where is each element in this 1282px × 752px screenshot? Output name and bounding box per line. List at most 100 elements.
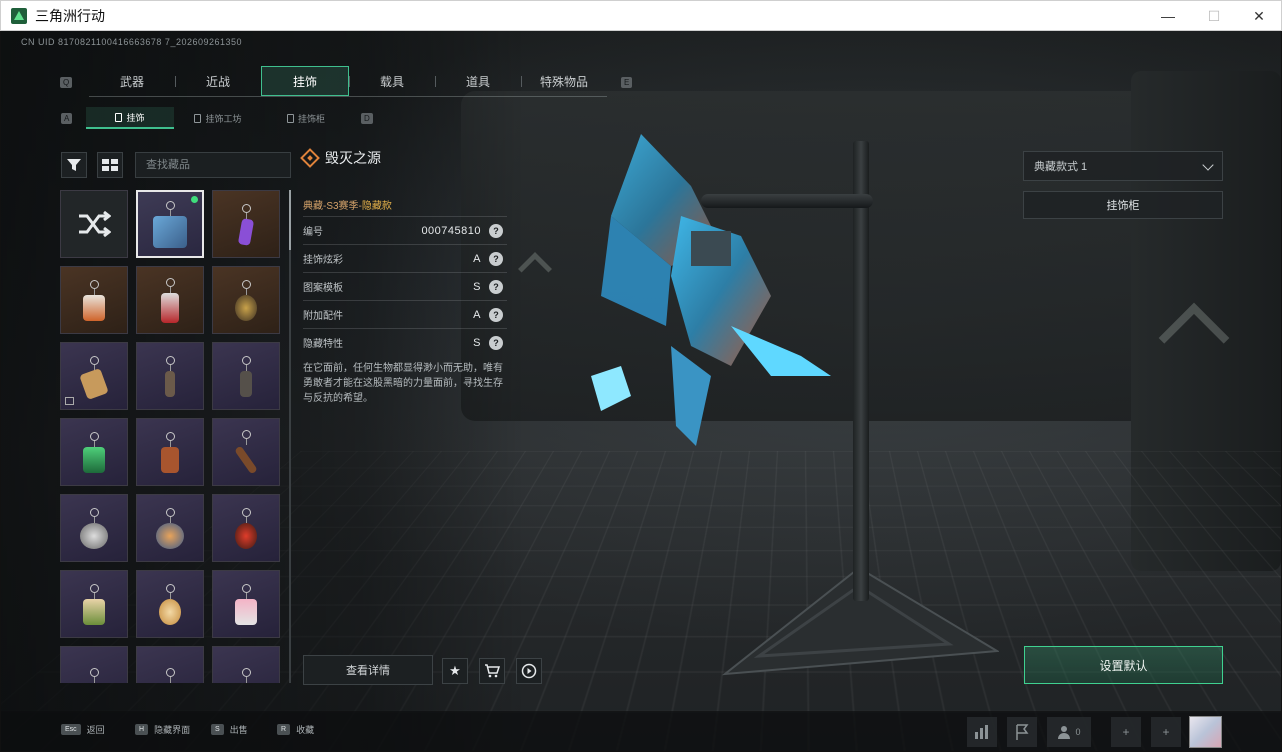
attribute-label: 挂饰炫彩 [303,255,343,266]
subtab-label: 挂饰柜 [297,113,325,124]
charm-thumbnail [79,355,109,400]
charm-slot[interactable] [60,646,128,683]
window-title: 三角洲行动 [35,7,105,24]
help-icon[interactable]: ? [489,279,503,294]
tab-weapons[interactable]: 武器 [89,66,175,96]
charm-slot[interactable] [60,418,128,486]
grid-scrollbar[interactable] [289,190,291,683]
charm-slot[interactable] [60,570,128,638]
view-details-button[interactable]: 查看详情 [303,655,433,685]
attribute-label: 附加配件 [303,311,343,322]
charm-slot[interactable] [60,342,128,410]
plus-icon: + [1122,725,1130,739]
charm-thumbnail [234,429,258,475]
attribute-value: S [473,336,481,349]
attribute-value: 000745810 [421,224,481,237]
search-input[interactable]: 查找藏品 [135,152,291,178]
cabinet-icon [286,113,294,123]
hint-sell[interactable]: S 出售 [211,723,248,736]
charm-thumbnail [161,277,179,323]
charm-slot[interactable] [212,342,280,410]
help-icon[interactable]: ? [489,307,503,322]
random-charm-slot[interactable] [60,190,128,258]
tab-items[interactable]: 道具 [435,66,521,96]
charm-slot[interactable] [212,266,280,334]
charm-slot[interactable] [136,266,204,334]
charm-slot[interactable] [212,190,280,258]
tab-vehicles[interactable]: 载具 [349,66,435,96]
tab-next-key: E [621,77,633,88]
charm-slot[interactable] [136,418,204,486]
game-viewport: CN UID 8170821100416663678 7_20260926135… [1,31,1281,751]
help-icon[interactable]: ? [489,251,503,266]
charm-slot[interactable] [60,266,128,334]
window-titlebar: 三角洲行动 — ☐ ✕ [0,0,1282,31]
image-icon [65,397,74,405]
charm-slot[interactable] [212,570,280,638]
hint-label: 出售 [229,725,248,735]
rarity-season: 典藏-S3赛季- [303,201,362,212]
hint-hide-ui[interactable]: H 隐藏界面 [135,723,190,736]
hint-collect[interactable]: R 收藏 [277,723,314,736]
charm-slot[interactable] [136,570,204,638]
dragon-charm-model [591,134,831,446]
charm-thumbnail [235,507,257,549]
avatar[interactable] [1189,716,1222,748]
style-select[interactable]: 典藏款式 1 [1023,151,1223,181]
subtab-label: 挂饰工坊 [205,113,242,124]
filter-icon [67,159,81,171]
shop-button[interactable] [479,658,505,684]
attribute-label: 编号 [303,227,323,238]
grid-scrollbar-thumb[interactable] [289,190,291,250]
help-icon[interactable]: ? [489,223,503,238]
charm-slot[interactable] [60,494,128,562]
hint-label: 返回 [86,725,105,735]
add-slot-button[interactable]: + [1111,717,1141,747]
stats-button[interactable] [967,717,997,747]
favorite-button[interactable]: ★ [442,658,468,684]
flag-button[interactable] [1007,717,1037,747]
play-icon [521,663,537,679]
charm-thumbnail [89,667,99,683]
key-badge: S [211,724,224,735]
charm-slot[interactable] [136,342,204,410]
tab-special-items[interactable]: 特殊物品 [521,66,607,96]
charm-slot[interactable] [136,494,204,562]
add-slot-button[interactable]: + [1151,717,1181,747]
attribute-row: 挂饰炫彩 A ? [303,244,507,272]
minimize-button[interactable]: — [1145,1,1191,31]
charm-slot[interactable] [212,418,280,486]
bar-chart-icon [975,725,988,739]
subtab-charms[interactable]: 挂饰 [86,107,174,129]
charm-slot[interactable] [212,494,280,562]
friends-icon [1058,726,1071,739]
tab-charms[interactable]: 挂饰 [261,66,349,96]
charm-thumbnail [240,355,252,397]
flag-icon [1016,724,1029,740]
view-toggle-button[interactable] [97,152,123,178]
subtab-next-key: D [361,113,373,124]
set-default-button[interactable]: 设置默认 [1024,646,1223,684]
charm-slot[interactable] [212,646,280,683]
tab-melee[interactable]: 近战 [175,66,261,96]
charm-thumbnail [235,583,257,625]
friends-button[interactable]: 0 [1047,717,1091,747]
charm-cabinet-button[interactable]: 挂饰柜 [1023,191,1223,219]
charm-thumbnail [159,583,181,625]
play-preview-button[interactable] [516,658,542,684]
charm-slot[interactable] [136,646,204,683]
help-icon[interactable]: ? [489,335,503,350]
subtab-charm-workshop[interactable]: 挂饰工坊 [174,107,262,129]
user-uid: CN UID 8170821100416663678 7_20260926135… [21,37,243,47]
charm-slot-selected[interactable] [136,190,204,258]
tab-prev-key: Q [60,77,73,88]
detail-header: 毁灭之源 [300,148,381,168]
close-button[interactable]: ✕ [1236,1,1282,31]
hint-back[interactable]: Esc 返回 [61,723,105,736]
filter-button[interactable] [61,152,87,178]
sub-tabs: 挂饰 挂饰工坊 挂饰柜 [86,107,350,129]
attribute-row: 编号 000745810 ? [303,216,507,244]
charm-description: 在它面前，任何生物都显得渺小而无助，唯有勇敢者才能在这股黑暗的力量面前，寻找生存… [303,363,503,404]
maximize-button[interactable]: ☐ [1191,1,1237,31]
subtab-charm-cabinet[interactable]: 挂饰柜 [262,107,350,129]
